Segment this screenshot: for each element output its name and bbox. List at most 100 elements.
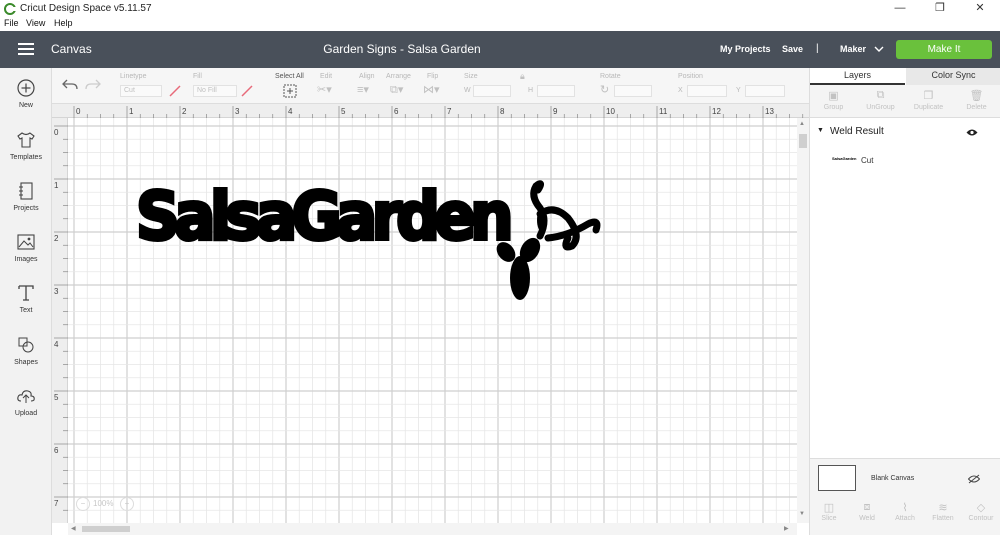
position-x-input[interactable] bbox=[687, 85, 727, 97]
zoom-out-button[interactable]: − bbox=[76, 497, 90, 511]
fill-color-icon[interactable] bbox=[241, 85, 253, 97]
menu-view[interactable]: View bbox=[26, 18, 45, 28]
height-input[interactable] bbox=[537, 85, 575, 97]
fill-select[interactable]: No Fill bbox=[193, 85, 237, 97]
ruler-left-ticks: 0 1 2 3 4 5 6 7 bbox=[54, 125, 68, 524]
weld-button[interactable]: ⧈ Weld bbox=[848, 501, 886, 522]
edit-tools-icon[interactable]: ✂▾ bbox=[317, 83, 332, 96]
close-button[interactable]: ✕ bbox=[960, 0, 1000, 18]
position-y-input[interactable] bbox=[745, 85, 785, 97]
menu-file[interactable]: File bbox=[4, 18, 19, 28]
sidebar-item-text[interactable]: Text bbox=[0, 283, 52, 329]
design-image[interactable]: SalsaGarden bbox=[68, 118, 797, 523]
ruler-left-label: 1 bbox=[54, 181, 59, 190]
align-icon[interactable]: ≡▾ bbox=[357, 83, 369, 96]
my-projects-link[interactable]: My Projects bbox=[720, 44, 771, 54]
sidebar-label-images: Images bbox=[14, 256, 38, 263]
app-header: Canvas Garden Signs - Salsa Garden My Pr… bbox=[0, 31, 1000, 68]
group-button[interactable]: ▣ Group bbox=[810, 85, 857, 118]
cloud-upload-icon bbox=[17, 390, 35, 403]
sidebar-item-projects[interactable]: Projects bbox=[0, 181, 52, 227]
ruler-top-label: 5 bbox=[341, 107, 346, 116]
arrange-icon[interactable]: ⧉▾ bbox=[390, 83, 403, 97]
window-titlebar: Cricut Design Space v5.11.57 — ❐ ✕ bbox=[0, 0, 1000, 18]
ungroup-icon: ⧉ bbox=[876, 89, 885, 101]
zoom-in-button[interactable]: + bbox=[120, 497, 134, 511]
flatten-button[interactable]: ≋ Flatten bbox=[924, 501, 962, 522]
duplicate-button[interactable]: ❐ Duplicate bbox=[905, 85, 952, 118]
vertical-scrollbar[interactable]: ▲ ▼ bbox=[797, 118, 809, 523]
horizontal-scrollbar[interactable]: ◀ ▶ bbox=[68, 523, 797, 535]
sidebar-item-images[interactable]: Images bbox=[0, 232, 52, 278]
design-canvas[interactable]: SalsaGarden bbox=[68, 118, 797, 523]
salsa-garden-text: SalsaGarden bbox=[136, 178, 509, 255]
sidebar-item-templates[interactable]: Templates bbox=[0, 130, 52, 176]
linetype-label: Linetype bbox=[120, 73, 147, 80]
rotate-label: Rotate bbox=[600, 73, 621, 80]
layer-row[interactable]: SalsaGarden Cut bbox=[810, 150, 1000, 170]
select-all-icon[interactable] bbox=[283, 84, 297, 98]
arrange-label: Arrange bbox=[386, 73, 411, 80]
delete-button[interactable]: 🗑︎ Delete bbox=[953, 85, 1000, 118]
make-it-button[interactable]: Make It bbox=[896, 40, 992, 59]
contour-button[interactable]: ◇ Contour bbox=[962, 501, 1000, 522]
layer-group-row[interactable]: ▼ Weld Result bbox=[810, 123, 1000, 143]
flip-icon[interactable]: ⋈▾ bbox=[423, 83, 440, 96]
left-sidebar: New Templates Projects Images Text Shape… bbox=[0, 68, 52, 535]
hide-eye-icon[interactable] bbox=[968, 474, 980, 484]
image-icon bbox=[17, 234, 35, 250]
position-x-label: X bbox=[678, 87, 683, 94]
layer-thumbnail: SalsaGarden bbox=[832, 156, 857, 161]
sidebar-label-new: New bbox=[18, 102, 33, 109]
ungroup-button[interactable]: ⧉ UnGroup bbox=[857, 85, 904, 118]
ruler-left-label: 6 bbox=[54, 446, 59, 455]
sidebar-label-text: Text bbox=[19, 307, 33, 314]
linetype-select[interactable]: Cut bbox=[120, 85, 162, 97]
align-label: Align bbox=[359, 73, 375, 80]
scroll-left-icon[interactable]: ◀ bbox=[71, 525, 76, 532]
ruler-top-label: 4 bbox=[288, 107, 293, 116]
menu-help[interactable]: Help bbox=[54, 18, 73, 28]
duplicate-icon: ❐ bbox=[923, 90, 934, 102]
attach-button[interactable]: ⌇ Attach bbox=[886, 501, 924, 522]
leaf-shape-bottom bbox=[510, 256, 530, 300]
width-input[interactable] bbox=[473, 85, 511, 97]
layer-name: Cut bbox=[861, 156, 874, 165]
slice-button[interactable]: ◫ Slice bbox=[810, 501, 848, 522]
machine-selector[interactable]: Maker bbox=[840, 44, 866, 54]
flip-label: Flip bbox=[427, 73, 439, 80]
sidebar-item-shapes[interactable]: Shapes bbox=[0, 335, 52, 381]
tab-color-sync[interactable]: Color Sync bbox=[906, 68, 1000, 85]
scroll-right-icon[interactable]: ▶ bbox=[784, 525, 789, 532]
restore-button[interactable]: ❐ bbox=[920, 0, 960, 18]
ruler-top-label: 3 bbox=[235, 107, 240, 116]
minimize-button[interactable]: — bbox=[880, 0, 920, 18]
collapse-triangle-icon[interactable]: ▼ bbox=[817, 127, 824, 134]
blank-canvas-swatch[interactable] bbox=[818, 465, 856, 491]
sidebar-item-upload[interactable]: Upload bbox=[0, 386, 52, 432]
redo-icon[interactable] bbox=[85, 78, 101, 92]
position-label: Position bbox=[678, 73, 703, 80]
select-all-label: Select All bbox=[275, 73, 304, 80]
leaf-shape-stem bbox=[537, 208, 547, 232]
horizontal-scroll-thumb[interactable] bbox=[82, 526, 130, 532]
tab-layers[interactable]: Layers bbox=[810, 68, 905, 85]
lock-icon[interactable]: 🔒︎ bbox=[520, 71, 525, 82]
undo-icon[interactable] bbox=[62, 78, 78, 92]
rotate-input[interactable] bbox=[614, 85, 652, 97]
sidebar-item-new[interactable]: New bbox=[0, 78, 52, 124]
scroll-down-icon[interactable]: ▼ bbox=[799, 511, 805, 517]
save-button[interactable]: Save bbox=[782, 44, 803, 54]
vertical-scroll-thumb[interactable] bbox=[799, 134, 807, 148]
position-y-label: Y bbox=[736, 87, 741, 94]
linetype-color-icon[interactable] bbox=[169, 85, 181, 97]
ruler-left-label: 7 bbox=[54, 499, 59, 508]
shapes-icon bbox=[18, 337, 34, 353]
slice-icon: ◫ bbox=[823, 502, 835, 514]
contour-icon: ◇ bbox=[976, 502, 986, 514]
scroll-up-icon[interactable]: ▲ bbox=[799, 121, 805, 127]
eye-icon[interactable] bbox=[966, 128, 978, 137]
chevron-down-icon[interactable] bbox=[874, 43, 884, 57]
ruler-top-label: 8 bbox=[500, 107, 505, 116]
plus-circle-icon bbox=[17, 79, 35, 97]
